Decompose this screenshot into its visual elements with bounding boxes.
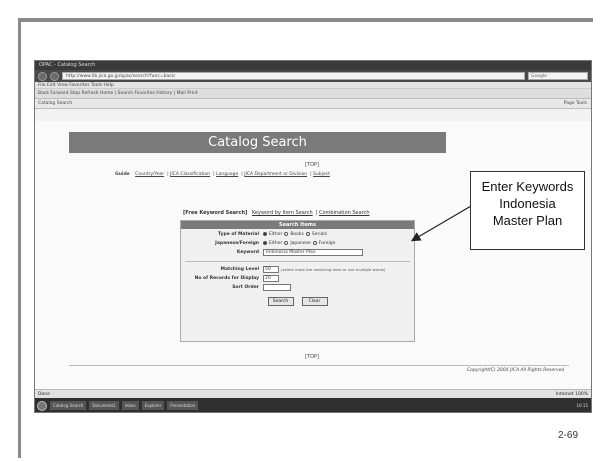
- sort-select[interactable]: [263, 283, 291, 291]
- nav-link-subject[interactable]: Subject: [313, 172, 330, 177]
- page-number: 2-69: [558, 430, 579, 441]
- page-content: Catalog Search [TOP] Guide Country/Year |…: [35, 121, 591, 389]
- tab-bar: Catalog Search Page Tools: [35, 99, 591, 109]
- records-label: No of Records for Display: [194, 275, 259, 281]
- nav-link-department[interactable]: JICA Department or Division: [244, 172, 307, 177]
- lang-row: Japanese/Foreign Either Japanese Foreign: [181, 239, 414, 247]
- search-form: Search Items Type of Material Either Boo…: [180, 220, 415, 342]
- footer-divider: [69, 365, 569, 366]
- taskbar-item[interactable]: Document1: [89, 401, 119, 410]
- records-select[interactable]: 20: [263, 274, 279, 282]
- nav-link-classification[interactable]: JICA Classification: [170, 172, 210, 177]
- radio-type-books[interactable]: [284, 232, 289, 236]
- search-mode-tabs: [Free Keyword Search] Keyword by Item Se…: [183, 210, 370, 216]
- radio-lang-japanese[interactable]: [284, 241, 289, 245]
- callout-line: Indonesia: [499, 196, 556, 211]
- system-tray-clock: 10:15: [576, 403, 588, 408]
- bottom-top-link[interactable]: [TOP]: [305, 354, 319, 360]
- menu-bar[interactable]: File Edit View Favorites Tools Help: [35, 82, 591, 89]
- form-divider: [185, 261, 410, 262]
- status-left: Done: [38, 392, 50, 397]
- url-field[interactable]: http://www.lib.jica.go.jp/opac/search?fu…: [62, 72, 525, 80]
- radio-type-either[interactable]: [263, 232, 267, 236]
- guide-label: Guide: [115, 172, 130, 177]
- copyright-text: Copyright(C) 200X JICA All Rights Reserv…: [467, 368, 565, 373]
- nav-link-language[interactable]: Language: [216, 172, 238, 177]
- start-button-icon[interactable]: [37, 400, 47, 411]
- callout-line: Enter Keywords: [481, 179, 574, 194]
- keyword-row: Keyword Indonesia Master Plan: [181, 248, 414, 256]
- match-row: Matching Level 50 (select more the match…: [181, 265, 414, 273]
- tab-combination[interactable]: Combination Search: [319, 210, 370, 216]
- taskbar-item[interactable]: Catalog Search: [50, 401, 87, 410]
- catalog-banner: Catalog Search: [69, 132, 446, 153]
- records-row: No of Records for Display 20: [181, 274, 414, 282]
- lang-label: Japanese/Foreign: [215, 240, 259, 246]
- browser-search-field[interactable]: Google: [528, 72, 588, 80]
- keyword-input[interactable]: Indonesia Master Plan: [263, 248, 363, 256]
- guide-nav: Guide Country/Year | JICA Classification |…: [115, 172, 330, 177]
- callout-line: Master Plan: [492, 213, 563, 228]
- status-right: Internet 100%: [555, 392, 588, 397]
- radio-label: Books: [290, 231, 304, 237]
- address-bar: http://www.lib.jica.go.jp/opac/search?fu…: [35, 70, 591, 82]
- radio-type-serials[interactable]: [305, 232, 310, 236]
- page-tools-menu[interactable]: Page Tools: [564, 99, 587, 108]
- keyword-label: Keyword: [236, 249, 259, 255]
- form-title: Search Items: [181, 221, 414, 229]
- back-icon[interactable]: [38, 71, 47, 81]
- taskbar-item[interactable]: Explorer: [141, 401, 165, 410]
- match-hint: (select more the matching level or use m…: [281, 266, 386, 272]
- type-row: Type of Material Either Books Serials: [181, 230, 414, 238]
- match-select[interactable]: 50: [263, 265, 279, 273]
- slide: OPAC - Catalog Search http://www.lib.jic…: [0, 0, 611, 462]
- radio-lang-foreign[interactable]: [312, 241, 317, 245]
- taskbar-item[interactable]: Inbox: [121, 401, 139, 410]
- status-bar: Done Internet 100%: [35, 389, 591, 398]
- form-buttons: Search Clear: [181, 297, 414, 306]
- top-link[interactable]: [TOP]: [305, 162, 319, 168]
- sort-row: Sort Order: [181, 283, 414, 291]
- radio-label: Foreign: [318, 240, 336, 246]
- browser-toolbar[interactable]: Back Forward Stop Refresh Home | Search …: [35, 89, 591, 99]
- search-button[interactable]: Search: [267, 297, 294, 306]
- window-titlebar: OPAC - Catalog Search: [35, 61, 591, 70]
- clear-button[interactable]: Clear: [301, 297, 328, 306]
- radio-label: Serials: [311, 231, 327, 237]
- taskbar: Catalog Search Document1 Inbox Explorer …: [35, 398, 591, 412]
- type-label: Type of Material: [218, 231, 259, 237]
- taskbar-item[interactable]: Presentation: [167, 401, 199, 410]
- nav-link-country[interactable]: Country/Year: [135, 172, 164, 177]
- match-label: Matching Level: [220, 266, 259, 272]
- tab-free-keyword[interactable]: [Free Keyword Search]: [183, 210, 247, 216]
- tab-catalog-search[interactable]: Catalog Search: [38, 99, 72, 108]
- radio-label: Either: [269, 231, 283, 237]
- slide-left-rule: [18, 18, 21, 458]
- tab-keyword-by-item[interactable]: Keyword by Item Search: [252, 210, 313, 216]
- callout-box: Enter Keywords Indonesia Master Plan: [470, 171, 585, 250]
- forward-icon[interactable]: [50, 71, 59, 81]
- slide-top-rule: [18, 18, 593, 22]
- radio-label: Either: [269, 240, 283, 246]
- radio-label: Japanese: [290, 240, 311, 246]
- radio-lang-either[interactable]: [263, 241, 267, 245]
- sort-label: Sort Order: [232, 284, 259, 290]
